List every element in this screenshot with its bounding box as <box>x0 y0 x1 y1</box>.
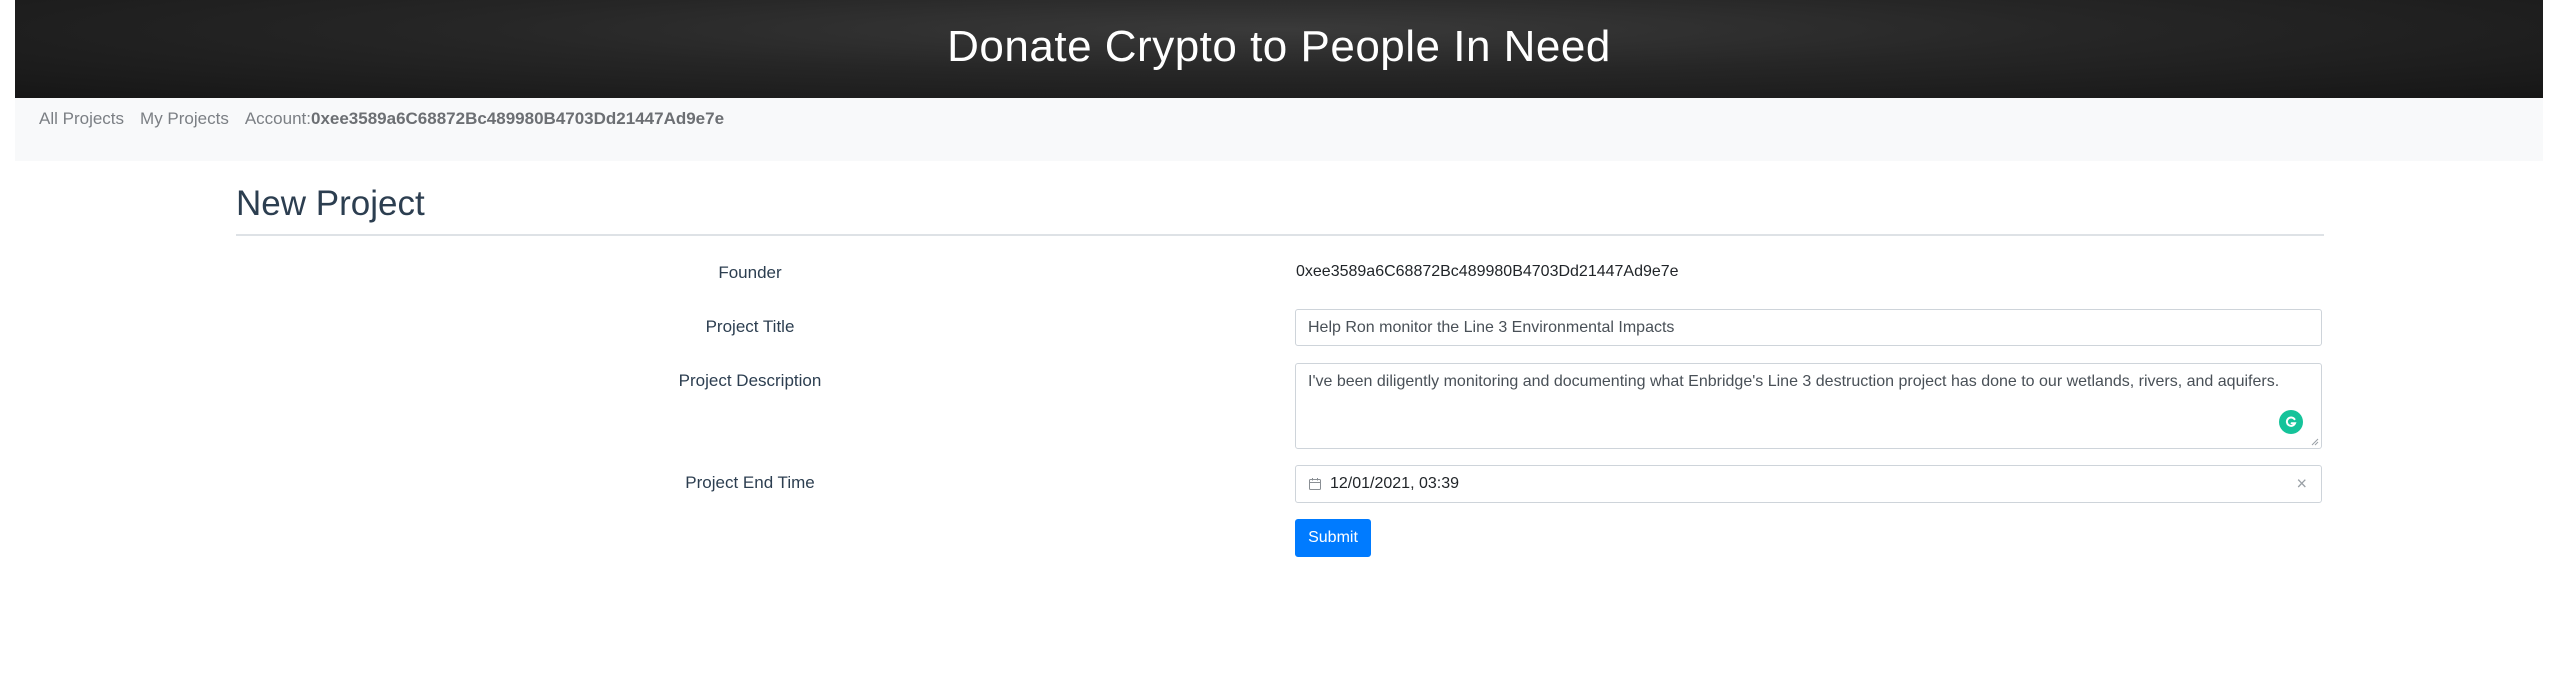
founder-value: 0xee3589a6C68872Bc489980B4703Dd21447Ad9e… <box>1296 263 1679 280</box>
account-address: 0xee3589a6C68872Bc489980B4703Dd21447Ad9e… <box>310 108 725 128</box>
project-description-value: I've been diligently monitoring and docu… <box>1308 373 2280 390</box>
nav-all-projects[interactable]: All Projects <box>39 109 124 129</box>
end-time-label: Project End Time <box>685 473 815 492</box>
account-label: Account: <box>244 108 311 128</box>
close-icon[interactable]: × <box>2296 474 2307 495</box>
founder-label: Founder <box>718 263 782 282</box>
page-title: New Project <box>236 184 425 223</box>
nav-my-projects[interactable]: My Projects <box>140 109 229 129</box>
navbar: All Projects My Projects Account:0xee358… <box>15 98 2543 161</box>
project-title-input[interactable]: Help Ron monitor the Line 3 Environmenta… <box>1295 309 2322 346</box>
project-title-value: Help Ron monitor the Line 3 Environmenta… <box>1308 318 1675 336</box>
site-title: Donate Crypto to People In Need <box>947 22 1611 71</box>
resize-handle-icon[interactable] <box>2311 438 2319 446</box>
project-description-label: Project Description <box>678 371 822 390</box>
end-time-value: 12/01/2021, 03:39 <box>1330 475 1460 492</box>
end-time-picker[interactable]: 12/01/2021, 03:39 × <box>1295 465 2322 503</box>
project-title-label: Project Title <box>705 317 795 336</box>
grammarly-icon[interactable] <box>2279 410 2303 434</box>
account-info: Account:0xee3589a6C68872Bc489980B4703Dd2… <box>245 109 724 129</box>
project-description-textarea[interactable]: I've been diligently monitoring and docu… <box>1295 363 2322 449</box>
submit-button[interactable]: Submit <box>1295 519 1371 557</box>
title-divider <box>236 234 2324 236</box>
page: Donate Crypto to People In Need All Proj… <box>0 0 2557 673</box>
header-banner: Donate Crypto to People In Need <box>15 0 2543 98</box>
calendar-icon <box>1309 478 1321 490</box>
